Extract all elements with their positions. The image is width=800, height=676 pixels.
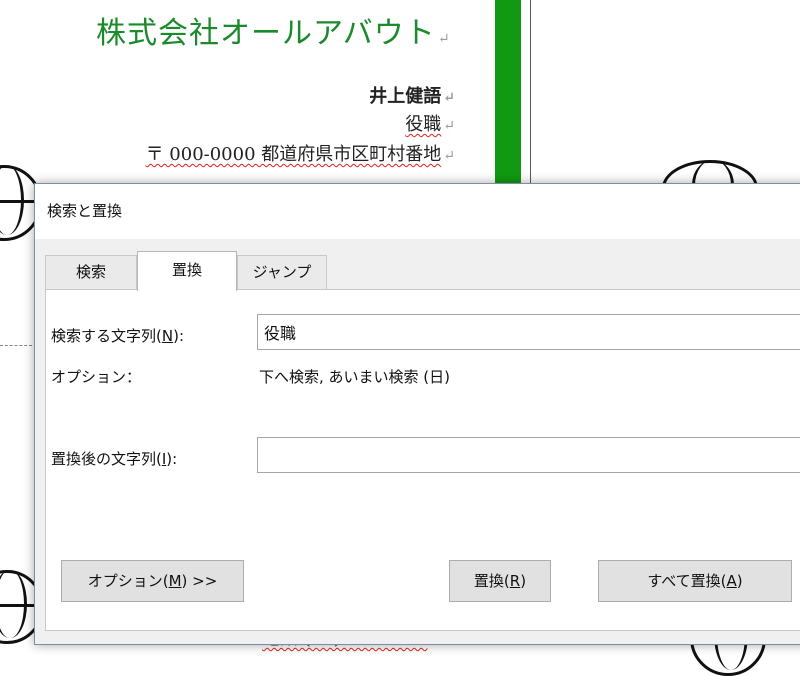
find-replace-dialog: 検索と置換 検索 置換 ジャンプ 検索する文字列(N): オプション： 下へ検索… bbox=[34, 183, 800, 645]
find-label: 検索する文字列(N): bbox=[51, 325, 184, 346]
options-button-accesskey: M bbox=[168, 572, 182, 590]
job-title: 役職 ↵ bbox=[405, 110, 455, 136]
replace-all-button-accesskey: A bbox=[726, 572, 737, 590]
options-button-text: オプション( bbox=[87, 572, 169, 590]
replace-button-text: 置換( bbox=[473, 572, 510, 590]
address-line: 〒 000-0000 都道府県市区町村番地 ↵ bbox=[146, 140, 455, 166]
find-label-accesskey: N bbox=[161, 327, 174, 345]
replace-label: 置換後の文字列(I): bbox=[51, 448, 177, 469]
find-label-end: ): bbox=[173, 327, 184, 345]
paragraph-mark: ↵ bbox=[443, 148, 455, 164]
company-name: 株式会社オールアバウト ↵ bbox=[96, 8, 451, 52]
replace-button-suffix: ) bbox=[520, 572, 527, 590]
dialog-title: 検索と置換 bbox=[47, 202, 123, 220]
find-input[interactable] bbox=[257, 314, 800, 350]
replace-all-button[interactable]: すべて置換(A) bbox=[598, 560, 792, 602]
green-accent-bar bbox=[495, 0, 521, 190]
find-label-text: 検索する文字列( bbox=[51, 327, 162, 345]
job-title-text: 役職 bbox=[405, 114, 442, 135]
tab-search[interactable]: 検索 bbox=[45, 255, 137, 289]
options-label: オプション： bbox=[51, 368, 142, 386]
paragraph-mark: ↵ bbox=[443, 118, 455, 134]
replace-label-end: ): bbox=[166, 450, 178, 468]
person-name-text: 井上健語 bbox=[369, 86, 442, 107]
person-name: 井上健語 ↵ bbox=[369, 82, 455, 108]
replace-all-button-text: すべて置換( bbox=[647, 572, 727, 590]
replace-button[interactable]: 置換(R) bbox=[449, 560, 551, 602]
tab-replace[interactable]: 置換 bbox=[137, 251, 237, 291]
options-value: 下へ検索, あいまい検索 (日) bbox=[259, 368, 451, 386]
table-border-line bbox=[530, 0, 531, 190]
options-button[interactable]: オプション(M) >> bbox=[61, 560, 244, 602]
replace-button-accesskey: R bbox=[509, 572, 521, 590]
replace-label-text: 置換後の文字列( bbox=[51, 450, 162, 468]
paragraph-mark: ↵ bbox=[437, 31, 451, 47]
replace-input[interactable] bbox=[257, 437, 800, 473]
company-name-text: 株式会社オールアバウト bbox=[96, 16, 436, 51]
address-text: 〒 000-0000 都道府県市区町村番地 bbox=[145, 144, 442, 165]
replace-all-button-suffix: ) bbox=[736, 572, 743, 590]
paragraph-mark: ↵ bbox=[443, 90, 455, 106]
dashed-guide-line bbox=[0, 345, 32, 346]
options-button-suffix: ) >> bbox=[181, 572, 218, 590]
tab-jump[interactable]: ジャンプ bbox=[237, 255, 327, 289]
